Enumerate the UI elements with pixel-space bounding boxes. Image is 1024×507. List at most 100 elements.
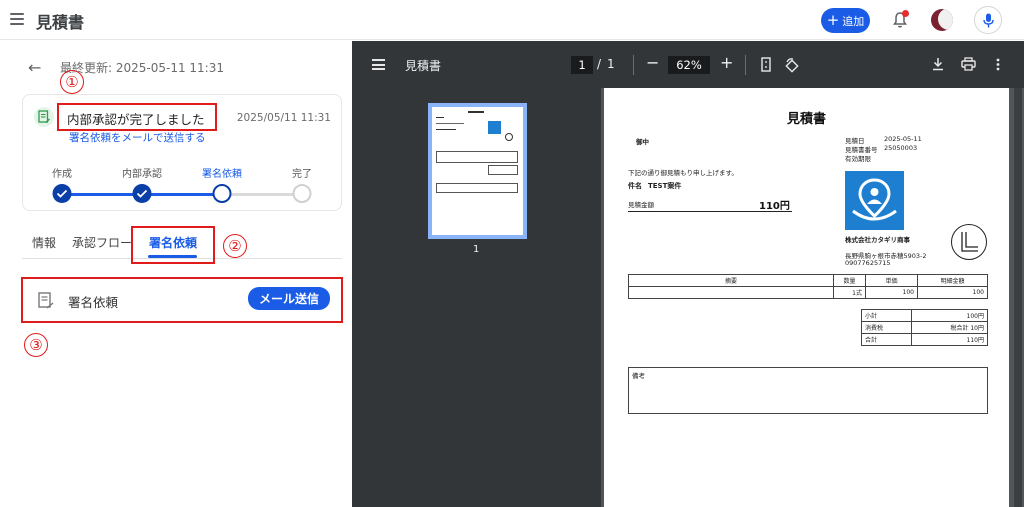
doc-title: 見積書 — [786, 112, 826, 127]
table-cell: 100円 — [911, 309, 988, 322]
table-row: 1式 100 100 — [628, 286, 988, 299]
step-dot-internal-approval — [132, 184, 152, 203]
menu-icon[interactable] — [372, 59, 385, 70]
table-cell: 100 — [865, 286, 918, 299]
doc-meta-value: 2025-05-11 — [884, 135, 922, 143]
table-cell: 消費税 — [861, 321, 912, 334]
avatar[interactable] — [931, 9, 953, 31]
status-card: 内部承認が完了しました 2025/05/11 11:31 署名依頼をメールで送信… — [22, 94, 342, 211]
notes-label: 備考 — [632, 372, 645, 380]
totals-table: 小計 100円 消費税 税合計 10円 合計 110円 — [861, 309, 988, 346]
annotation-marker-1: ① — [60, 70, 84, 94]
check-icon — [136, 189, 148, 198]
scrollbar[interactable] — [1014, 88, 1022, 507]
table-cell: 税合計 10円 — [911, 321, 988, 334]
thumbnail-sidebar: 1 — [352, 88, 601, 507]
add-button-label: 追加 — [842, 14, 865, 28]
check-icon — [56, 189, 68, 198]
table-cell: 110円 — [911, 333, 988, 346]
page-total: 1 — [607, 57, 615, 71]
pdf-page: 見積書 御中 見積日 2025-05-11 見積書番号 25050003 有効期… — [604, 88, 1009, 507]
step-dot-complete — [292, 184, 312, 203]
divider — [745, 55, 746, 75]
status-title: 内部承認が完了しました — [67, 112, 205, 127]
doc-subject-label: 件名 — [628, 182, 642, 190]
items-table: 摘要 数量 単価 明細金額 1式 100 100 — [628, 274, 988, 299]
page-separator: / — [597, 57, 602, 71]
fit-page-icon[interactable] — [761, 57, 771, 72]
zoom-out-button[interactable]: − — [646, 53, 659, 72]
doc-intro: 下記の通り御見積もり申し上げます。 — [628, 169, 738, 177]
company-logo — [845, 171, 904, 230]
viewer-toolbar: 見積書 1 / 1 − 62% + — [352, 41, 1024, 88]
table-header: 摘要 — [628, 274, 834, 287]
table-row: 小計 100円 — [861, 309, 988, 322]
mic-button[interactable] — [974, 6, 1002, 34]
table-row: 合計 110円 — [861, 333, 988, 346]
tab-bar: 情報 承認フロー 署名依頼 — [22, 223, 342, 259]
step-dot-signature-request — [212, 184, 232, 203]
viewer-title: 見積書 — [405, 59, 442, 73]
pdf-viewer: 見積書 1 / 1 − 62% + 1 見積書 御中 見積日 2025-05-1… — [352, 41, 1024, 507]
notification-dot — [902, 10, 909, 17]
thumbnail-page-number: 1 — [473, 244, 480, 255]
doc-amount: 110円 — [759, 201, 790, 212]
last-updated: 最終更新: 2025-05-11 11:31 — [60, 61, 224, 75]
table-cell: 合計 — [861, 333, 912, 346]
company-seal — [951, 224, 987, 260]
detail-panel: ← 最終更新: 2025-05-11 11:31 内部承認が完了しました 202… — [0, 41, 352, 507]
zoom-input[interactable]: 62% — [668, 56, 710, 74]
zoom-in-button[interactable]: + — [720, 53, 733, 72]
step-dot-create — [52, 184, 72, 203]
page-thumbnail[interactable] — [428, 103, 527, 239]
table-cell: 1式 — [833, 286, 866, 299]
mic-icon — [983, 13, 994, 28]
doc-recipient: 御中 — [636, 138, 649, 146]
step-label-signature-request: 署名依頼 — [202, 169, 242, 180]
doc-subject: TEST案件 — [648, 182, 682, 190]
print-icon[interactable] — [961, 57, 976, 71]
page-number-input[interactable]: 1 — [571, 56, 593, 74]
step-label-create: 作成 — [52, 169, 72, 180]
tab-approval-flow[interactable]: 承認フロー — [72, 234, 132, 251]
tab-info[interactable]: 情報 — [32, 234, 56, 251]
more-icon[interactable] — [996, 58, 1000, 71]
app-title: 見積書 — [36, 13, 85, 32]
send-email-button[interactable]: メール送信 — [248, 287, 330, 310]
table-header: 単価 — [865, 274, 918, 287]
annotation-marker-3: ③ — [24, 333, 48, 357]
doc-amount-label: 見積金額 — [628, 201, 654, 209]
table-row: 消費税 税合計 10円 — [861, 321, 988, 334]
annotation-marker-2: ② — [223, 234, 247, 258]
back-arrow-icon[interactable]: ← — [28, 58, 41, 77]
add-button[interactable]: + 追加 — [821, 8, 870, 33]
table-row: 摘要 数量 単価 明細金額 — [628, 274, 988, 287]
doc-phone: 09077625715 — [845, 259, 891, 267]
send-signature-email-link[interactable]: 署名依頼をメールで送信する — [69, 130, 206, 145]
progress-track-pending — [222, 193, 302, 196]
download-icon[interactable] — [932, 57, 944, 71]
table-cell: 100 — [917, 286, 988, 299]
signature-request-row: 署名依頼 メール送信 — [22, 279, 342, 324]
top-app-bar: 見積書 + 追加 — [0, 0, 1024, 40]
doc-meta-label: 有効期限 — [845, 155, 871, 163]
status-date: 2025/05/11 11:31 — [236, 112, 331, 124]
doc-meta-value: 25050003 — [884, 144, 918, 152]
document-icon — [34, 107, 54, 127]
plus-icon: + — [826, 11, 840, 29]
signature-request-label: 署名依頼 — [68, 295, 119, 310]
table-cell: 小計 — [861, 309, 912, 322]
rotate-icon[interactable] — [784, 57, 800, 73]
doc-company: 株式会社カタギリ商事 — [845, 236, 910, 244]
table-cell — [628, 286, 834, 299]
step-label-internal-approval: 内部承認 — [122, 169, 162, 180]
active-tab-indicator — [148, 255, 197, 258]
notes-box: 備考 — [628, 367, 988, 414]
step-label-complete: 完了 — [292, 169, 312, 180]
amount-underline — [628, 211, 792, 212]
menu-icon[interactable] — [10, 13, 24, 25]
tab-signature-request[interactable]: 署名依頼 — [149, 234, 197, 251]
divider — [633, 55, 634, 75]
table-header: 明細金額 — [917, 274, 988, 287]
table-header: 数量 — [833, 274, 866, 287]
